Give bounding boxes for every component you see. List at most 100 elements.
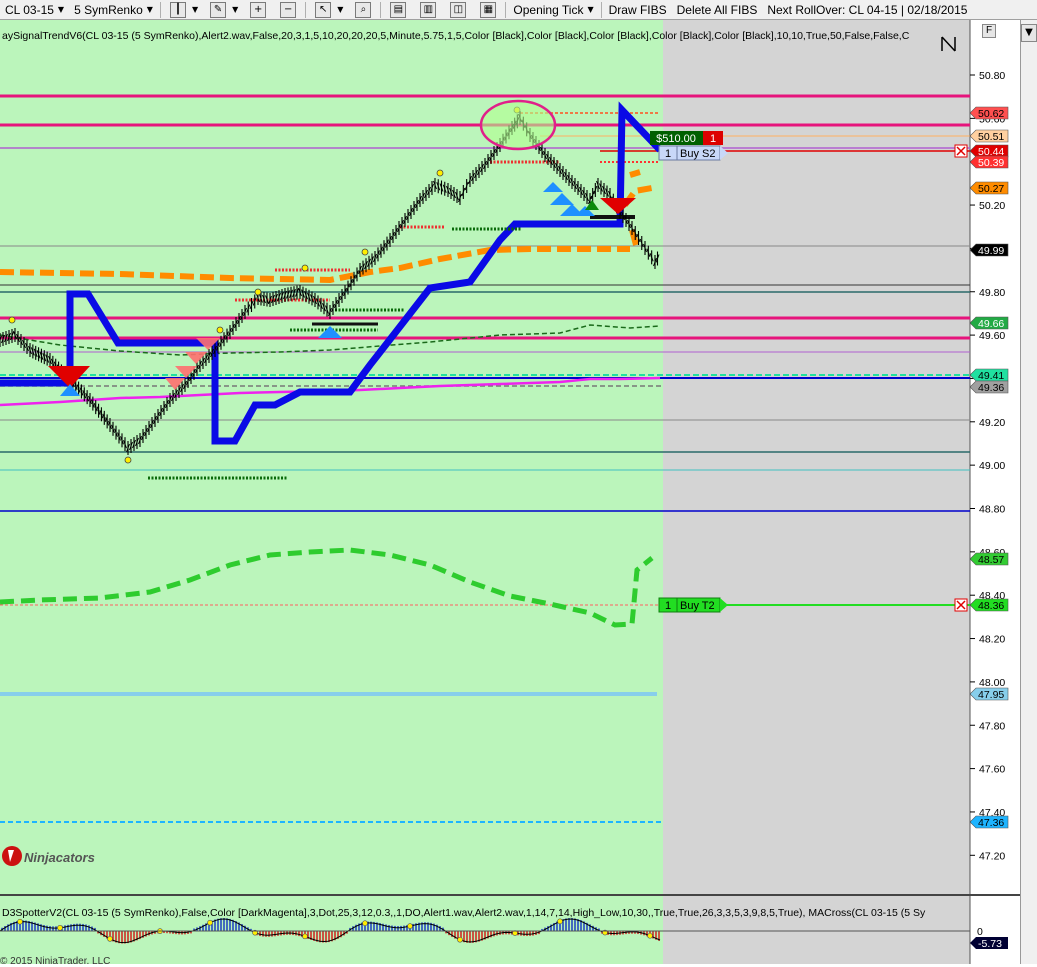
zoom-out-icon: −: [280, 1, 297, 18]
price-flag-label: 50.39: [978, 157, 1004, 169]
axis-tick-label: 47.60: [979, 764, 1005, 776]
chevron-down-icon: ▼: [337, 5, 344, 14]
chevron-down-icon: ▼: [232, 5, 239, 14]
instrument-selector[interactable]: CL 03-15 ▼: [0, 0, 69, 20]
orange-dash-line: [629, 169, 641, 178]
chart-properties-icon: ◫: [450, 1, 467, 18]
separator: [505, 1, 507, 18]
axis-tick-label: 50.20: [979, 200, 1005, 212]
rollover-info: Next RollOver: CL 04-15 | 02/18/2015: [767, 2, 968, 17]
axis-tick-label: 47.20: [979, 850, 1005, 862]
pivot-dot: [436, 169, 444, 177]
price-flag-label: 49.99: [978, 245, 1004, 257]
oscillator-dot: [407, 923, 413, 929]
oscillator-dot: [457, 936, 463, 943]
lower-indicator-label: D3SpotterV2(CL 03-15 (5 SymRenko),False,…: [2, 907, 926, 919]
svg-text:Ninjacators: Ninjacators: [24, 850, 95, 865]
oscillator-dot: [207, 919, 213, 926]
axis-tick-label: 49.80: [979, 287, 1005, 299]
candlestick-icon: ┃: [169, 1, 186, 18]
strategies-icon: ▥: [420, 1, 437, 18]
drawing-tool-button[interactable]: ✎ ▼: [203, 0, 243, 20]
cursor-icon: ↖: [315, 1, 332, 18]
oscillator-dot: [302, 933, 308, 940]
buy-t2-qty-text: 1: [665, 600, 671, 612]
axis-tick-label: 48.80: [979, 504, 1005, 516]
pivot-dot: [124, 456, 132, 464]
axis-tick-label: 49.60: [979, 330, 1005, 342]
separator: [305, 1, 307, 18]
lower-price-flag-label: -5.73: [978, 938, 1002, 950]
strategies-button[interactable]: ▥: [413, 0, 443, 20]
buy-t2-label-text: Buy T2: [680, 600, 715, 612]
separator: [159, 1, 161, 18]
indicators-button[interactable]: ▤: [383, 0, 413, 20]
zoom-icon: +: [250, 1, 267, 18]
magnifier-icon: ⌕: [355, 1, 372, 18]
price-flag-label: 48.57: [978, 554, 1004, 566]
oscillator-dot: [107, 936, 113, 942]
chevron-down-icon: ▼: [146, 5, 153, 14]
oscillator-dot: [557, 918, 563, 925]
chart-trader-button[interactable]: ▦: [473, 0, 503, 20]
buy-s2-qty-text: 1: [665, 148, 671, 160]
price-flag-label: 47.95: [978, 689, 1004, 701]
axis-tick-label: 49.20: [979, 417, 1005, 429]
lower-axis-tick-label: 0: [977, 926, 983, 938]
price-flag-label: 48.36: [978, 600, 1004, 612]
position-pnl-text: $510.00: [656, 133, 696, 145]
session-background: [0, 20, 663, 894]
f-button[interactable]: F: [982, 24, 996, 38]
chevron-down-icon: ▼: [191, 5, 199, 14]
axis-tick-label: 48.00: [979, 677, 1005, 689]
pivot-dot: [216, 326, 224, 334]
chart-style-button[interactable]: ┃ ▼: [163, 0, 203, 20]
pivot-dot: [301, 264, 309, 272]
separator: [380, 1, 382, 18]
separator: [600, 1, 602, 18]
cancel-order-icon[interactable]: [954, 598, 968, 612]
price-flag-label: 49.36: [978, 382, 1004, 394]
chart-trader-icon: ▦: [480, 1, 497, 18]
order-type-selector[interactable]: Opening Tick ▼: [508, 0, 598, 20]
indicator-label: aySignalTrendV6(CL 03-15 (5 SymRenko),Al…: [2, 30, 910, 42]
indicators-icon: ▤: [390, 1, 407, 18]
oscillator-dot: [57, 924, 63, 931]
cancel-order-icon[interactable]: [954, 144, 968, 158]
price-flag-label: 49.41: [978, 370, 1004, 382]
oscillator-dot: [362, 920, 368, 927]
pivot-dot: [361, 248, 369, 256]
price-flag-label: 47.36: [978, 817, 1004, 829]
axis-tick-label: 49.00: [979, 460, 1005, 472]
oscillator-dot: [17, 918, 23, 925]
chevron-down-icon: ▼: [57, 5, 65, 14]
axis-tick-label: 47.80: [979, 720, 1005, 732]
oscillator-dot: [647, 932, 653, 939]
price-chart[interactable]: $510.00 1 1 Buy S2 1 Buy T2 aySignalTren…: [0, 20, 1020, 967]
data-box-button[interactable]: ⌕: [348, 0, 378, 20]
bar-type-label: 5 SymRenko: [74, 2, 143, 17]
bar-type-selector[interactable]: 5 SymRenko ▼: [69, 0, 158, 20]
cursor-button[interactable]: ↖ ▼: [308, 0, 348, 20]
delete-fibs-button[interactable]: Delete All FIBS: [672, 0, 763, 20]
price-flag-label: 50.62: [978, 108, 1004, 120]
draw-fibs-button[interactable]: Draw FIBS: [604, 0, 672, 20]
zoom-in-button[interactable]: +: [243, 0, 273, 20]
chart-properties-button[interactable]: ◫: [443, 0, 473, 20]
copyright-label: © 2015 NinjaTrader, LLC: [0, 956, 110, 964]
zoom-out-button[interactable]: −: [273, 0, 303, 20]
toolbar: CL 03-15 ▼ 5 SymRenko ▼ ┃ ▼ ✎ ▼ + − ↖ ▼ ⌕ ▤ ▥…: [0, 0, 1037, 20]
chevron-down-icon[interactable]: ▼: [1021, 24, 1037, 42]
price-flag-label: 49.66: [978, 318, 1004, 330]
buy-s2-label-text: Buy S2: [680, 148, 715, 160]
pencil-icon: ✎: [210, 1, 227, 18]
price-flag-label: 50.27: [978, 183, 1004, 195]
chart-area[interactable]: $510.00 1 1 Buy S2 1 Buy T2 aySignalTren…: [0, 20, 1037, 967]
position-qty-text: 1: [710, 133, 716, 145]
instrument-label: CL 03-15: [5, 2, 54, 17]
chevron-down-icon: ▼: [587, 5, 594, 14]
right-scroll-strip[interactable]: ▼: [1020, 20, 1037, 964]
axis-tick-label: 48.20: [979, 634, 1005, 646]
pivot-dot: [8, 316, 16, 324]
price-flag-label: 50.51: [978, 131, 1004, 143]
